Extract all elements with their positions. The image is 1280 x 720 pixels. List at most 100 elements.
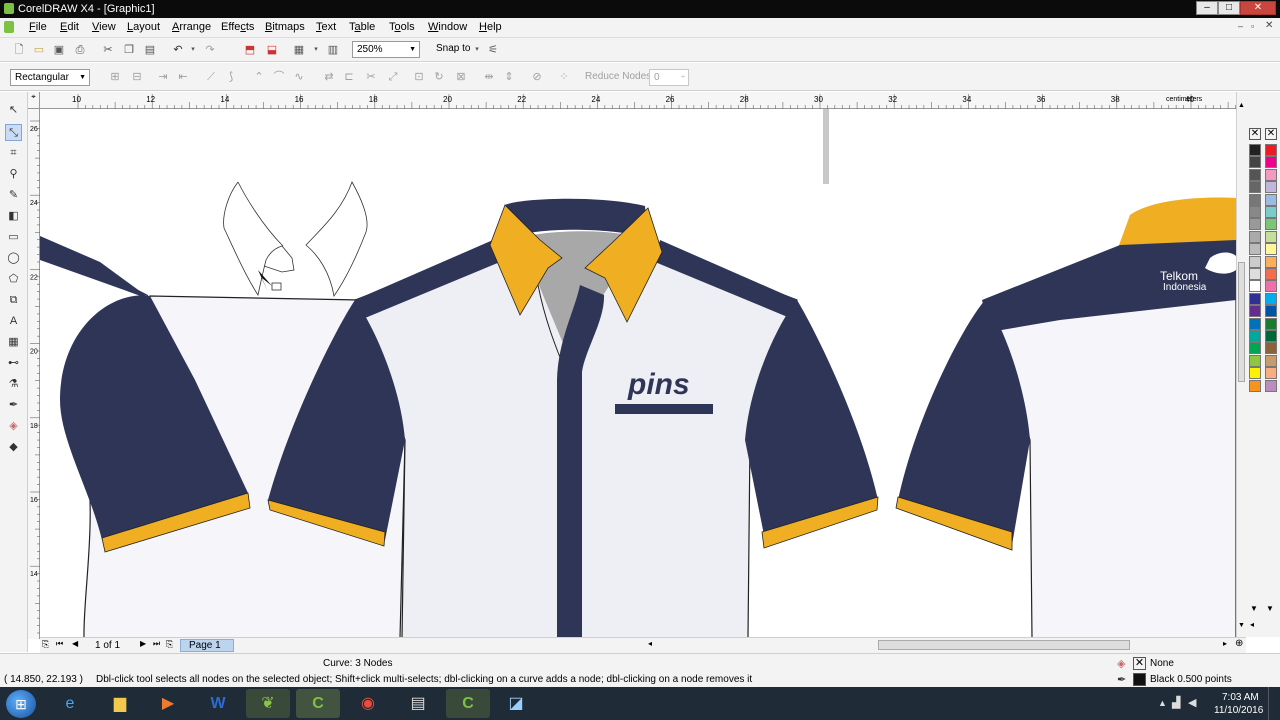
symmetrical-node-icon[interactable]: ∿ — [292, 70, 306, 84]
word-icon[interactable]: W — [196, 689, 240, 718]
add-node-icon[interactable]: ⊞ — [108, 70, 122, 84]
smart-fill-tool-icon[interactable]: ◧ — [5, 208, 22, 225]
horizontal-scroll-thumb[interactable] — [878, 640, 1130, 650]
color-swatch[interactable] — [1249, 280, 1261, 293]
delete-node-icon[interactable]: ⊟ — [130, 70, 144, 84]
launcher-dropdown-icon[interactable]: ▾ — [309, 43, 323, 57]
menu-item-4[interactable]: Arrange — [172, 21, 211, 33]
color-swatch[interactable] — [1249, 268, 1261, 280]
scroll-right-icon[interactable]: ▸ — [1223, 639, 1227, 648]
reverse-direction-icon[interactable]: ⇄ — [322, 70, 336, 84]
color-swatch[interactable] — [1265, 379, 1277, 392]
start-button-icon[interactable]: ⊞ — [6, 690, 36, 718]
copy-icon[interactable]: ❐ — [122, 43, 136, 57]
color-swatch[interactable] — [1249, 379, 1261, 392]
add-page-before-icon[interactable]: ⎘ — [42, 639, 49, 650]
polygon-tool-icon[interactable]: ⬠ — [5, 271, 22, 288]
select-all-nodes-icon[interactable]: ⁘ — [557, 70, 571, 84]
snap-dropdown-icon[interactable]: ▾ — [470, 43, 484, 57]
doc-restore-icon[interactable]: ▫ — [1251, 21, 1254, 31]
vertical-scroll-thumb[interactable] — [1238, 262, 1245, 382]
color-swatch[interactable] — [1265, 280, 1277, 293]
outline-color-swatch[interactable] — [1133, 673, 1146, 686]
color-swatch[interactable] — [1265, 230, 1277, 243]
undo-icon[interactable]: ↶ — [171, 43, 185, 57]
open-icon[interactable]: ▭ — [32, 43, 46, 57]
color-swatch[interactable] — [1265, 305, 1277, 318]
snap-to-button[interactable]: Snap to — [436, 43, 470, 54]
menu-item-10[interactable]: Window — [428, 21, 467, 33]
crop-tool-icon[interactable]: ⌗ — [5, 145, 22, 162]
first-page-icon[interactable]: ⏮ — [56, 639, 63, 649]
scale-nodes-icon[interactable]: ⊡ — [412, 70, 426, 84]
color-swatch[interactable] — [1249, 243, 1261, 256]
palette-scroll-down-icon[interactable]: ▼ — [1250, 604, 1258, 613]
new-document-icon[interactable]: 🗋 — [12, 43, 26, 57]
ruler-origin[interactable]: ⌖ — [28, 92, 40, 109]
outline-tool-icon[interactable]: ✒ — [5, 397, 22, 414]
zoom-tool-icon[interactable]: ⚲ — [5, 166, 22, 183]
print-icon[interactable]: ⎙ — [73, 43, 87, 57]
join-nodes-icon[interactable]: ⇥ — [156, 70, 170, 84]
color-swatch[interactable] — [1249, 317, 1261, 330]
color-swatch[interactable] — [1265, 243, 1277, 256]
tray-up-icon[interactable]: ▲ — [1158, 698, 1167, 708]
color-swatch[interactable] — [1265, 292, 1277, 305]
save-icon[interactable]: ▣ — [52, 43, 66, 57]
doc-close-icon[interactable]: ✕ — [1265, 20, 1273, 31]
menu-item-3[interactable]: Layout — [127, 21, 160, 33]
application-launcher-icon[interactable]: ▦ — [292, 43, 306, 57]
smooth-node-icon[interactable]: ⌒ — [272, 70, 286, 84]
close-icon[interactable]: ✕ — [1240, 1, 1276, 15]
color-swatch[interactable] — [1265, 268, 1277, 280]
color-swatch[interactable] — [1265, 181, 1277, 194]
color-swatch[interactable] — [1249, 354, 1261, 367]
table-tool-icon[interactable]: ▦ — [5, 334, 22, 351]
palette-flyout-icon[interactable]: ◂ — [1250, 620, 1254, 629]
show-desktop-button[interactable] — [1268, 687, 1280, 720]
network-icon[interactable]: ▟ — [1172, 696, 1180, 709]
media-player-icon[interactable]: ▶ — [146, 689, 190, 718]
menu-item-9[interactable]: Tools — [389, 21, 415, 33]
redo-icon[interactable]: ↷ — [203, 43, 217, 57]
rectangle-tool-icon[interactable]: ▭ — [5, 229, 22, 246]
cusp-node-icon[interactable]: ⌃ — [252, 70, 266, 84]
options-icon[interactable]: ⚟ — [486, 43, 500, 57]
eyedropper-tool-icon[interactable]: ⚗ — [5, 376, 22, 393]
color-swatch[interactable] — [1265, 168, 1277, 181]
reduce-nodes-spinner[interactable]: 0 ÷ — [649, 69, 689, 86]
color-swatch[interactable] — [1265, 317, 1277, 330]
volume-icon[interactable]: ◀ — [1188, 696, 1196, 709]
text-tool-icon[interactable]: A — [5, 313, 22, 330]
color-swatch[interactable] — [1265, 206, 1277, 218]
menu-item-11[interactable]: Help — [479, 21, 502, 33]
export-icon[interactable]: ⬓ — [265, 43, 279, 57]
reflect-horizontal-icon[interactable]: ⇹ — [482, 70, 496, 84]
color-swatch[interactable] — [1249, 342, 1261, 355]
clock-time[interactable]: 7:03 AM — [1222, 692, 1259, 703]
chrome-icon[interactable]: ◉ — [346, 689, 390, 718]
menu-item-2[interactable]: View — [92, 21, 116, 33]
basic-shapes-tool-icon[interactable]: ⧉ — [5, 292, 22, 309]
extract-subpath-icon[interactable]: ✂ — [364, 70, 378, 84]
shape-tool-icon[interactable]: ⤡ — [5, 124, 22, 141]
menu-item-6[interactable]: Bitmaps — [265, 21, 305, 33]
internet-explorer-icon[interactable]: e — [48, 689, 92, 718]
palette-scroll-down-icon-2[interactable]: ▼ — [1266, 604, 1274, 613]
convert-to-curve-icon[interactable]: ⟆ — [224, 70, 238, 84]
color-swatch[interactable] — [1249, 330, 1261, 342]
notepad-icon[interactable]: ▤ — [396, 689, 440, 718]
break-curve-icon[interactable]: ⇤ — [176, 70, 190, 84]
import-icon[interactable]: ⬒ — [243, 43, 257, 57]
color-swatch[interactable] — [1249, 305, 1261, 318]
rotate-nodes-icon[interactable]: ↻ — [432, 70, 446, 84]
zoom-level-dropdown[interactable]: 250% ▼ — [352, 41, 420, 58]
align-nodes-icon[interactable]: ⊠ — [454, 70, 468, 84]
pick-tool-icon[interactable]: ↖ — [5, 102, 22, 119]
doc-minimize-icon[interactable]: – — [1238, 21, 1243, 31]
color-swatch[interactable] — [1265, 342, 1277, 355]
color-swatch[interactable] — [1249, 255, 1261, 268]
ellipse-tool-icon[interactable]: ◯ — [5, 250, 22, 267]
next-page-icon[interactable]: ▶ — [140, 639, 146, 648]
maximize-icon[interactable]: □ — [1218, 1, 1240, 15]
